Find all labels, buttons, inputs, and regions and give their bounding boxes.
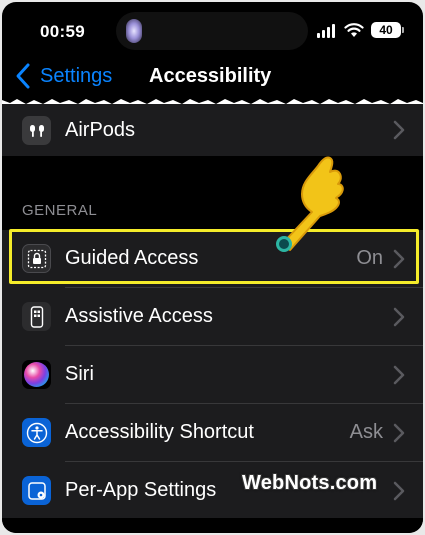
wifi-icon <box>344 23 364 37</box>
chevron-right-icon <box>393 365 405 385</box>
island-indicator-icon <box>126 19 142 43</box>
chevron-right-icon <box>393 423 405 443</box>
phone-screen: 00:59 40 Settings Accessibility AirPods … <box>2 2 423 533</box>
list-item-assistive-access[interactable]: Assistive Access <box>2 288 423 345</box>
cellular-signal-icon <box>317 24 335 38</box>
section-header-general: GENERAL <box>22 202 98 219</box>
watermark-text: WebNots.com <box>242 472 378 494</box>
accessibility-person-icon <box>22 418 51 447</box>
dynamic-island <box>116 12 308 50</box>
touch-indicator <box>276 236 292 252</box>
per-app-settings-icon <box>22 476 51 505</box>
guided-access-highlight-box <box>9 229 419 284</box>
assistive-access-phone-icon <box>22 302 51 331</box>
airpods-icon <box>22 116 51 145</box>
siri-icon <box>22 360 51 389</box>
list-item-airpods[interactable]: AirPods <box>2 104 423 156</box>
chevron-right-icon <box>393 120 405 140</box>
per-app-settings-label: Per-App Settings <box>65 479 217 501</box>
status-time: 00:59 <box>40 22 85 41</box>
navigation-bar: Settings Accessibility <box>2 58 423 98</box>
back-chevron-icon[interactable] <box>14 62 32 90</box>
battery-icon: 40 <box>371 22 404 38</box>
accessibility-shortcut-label: Accessibility Shortcut <box>65 421 254 443</box>
accessibility-shortcut-value: Ask <box>349 421 383 443</box>
siri-label: Siri <box>65 363 94 385</box>
list-item-accessibility-shortcut[interactable]: Accessibility Shortcut Ask <box>2 404 423 461</box>
status-bar: 00:59 40 <box>2 2 423 56</box>
chevron-right-icon <box>393 307 405 327</box>
back-button[interactable]: Settings <box>40 65 112 88</box>
list-item-siri[interactable]: Siri <box>2 346 423 403</box>
assistive-access-label: Assistive Access <box>65 305 213 327</box>
hearing-group: AirPods <box>2 104 423 156</box>
airpods-label: AirPods <box>65 118 136 141</box>
page-title: Accessibility <box>149 65 272 87</box>
chevron-right-icon <box>393 481 405 501</box>
